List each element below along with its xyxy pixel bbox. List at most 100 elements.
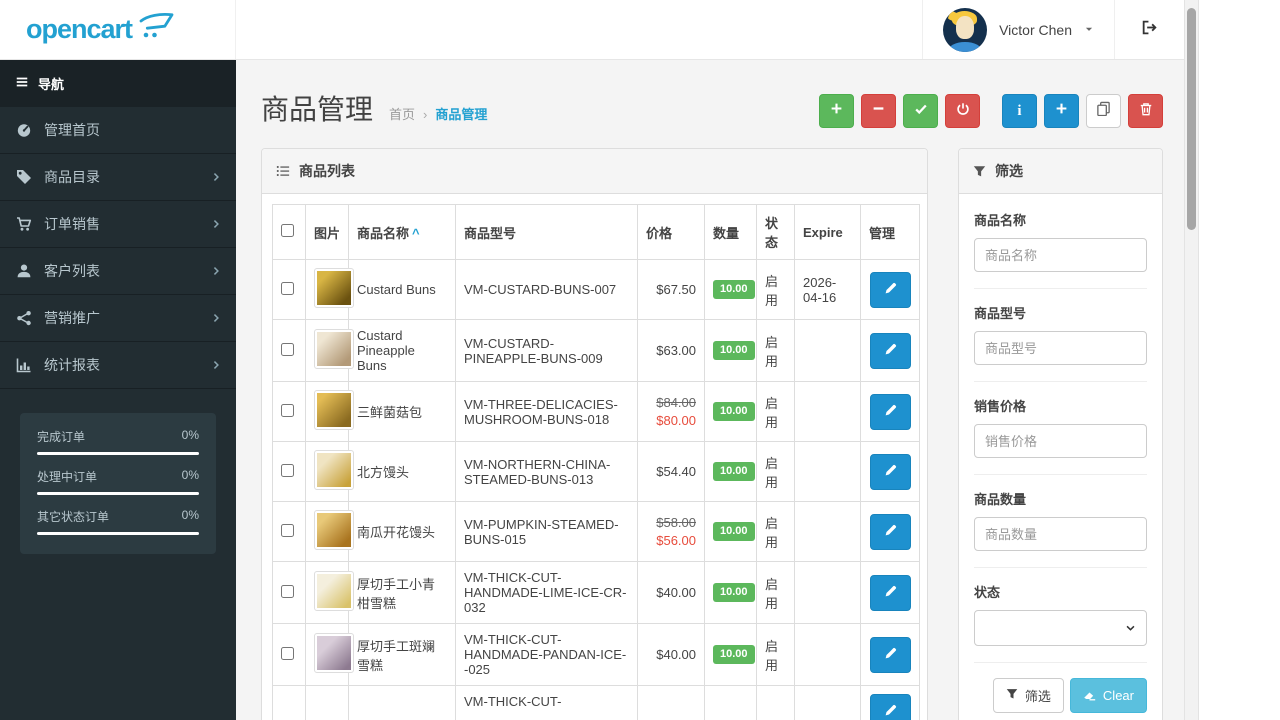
quantity-badge: 10.00 — [713, 401, 755, 422]
filter-panel: 筛选 商品名称 商品型号 销售价格 — [958, 148, 1163, 720]
table-row: 厚切手工小青柑雪糕 VM-THICK-CUT-HANDMADE-LIME-ICE… — [272, 561, 920, 624]
product-model: VM-CUSTARD-PINEAPPLE-BUNS-009 — [455, 319, 638, 382]
chevron-right-icon — [211, 360, 221, 370]
filter-clear-button[interactable]: Clear — [1069, 678, 1147, 713]
user-menu[interactable]: Victor Chen — [922, 0, 1114, 59]
sidebar-item-label: 订单销售 — [44, 216, 100, 232]
sidebar-nav-header[interactable]: 导航 — [0, 60, 236, 107]
pencil-icon — [884, 704, 897, 720]
filter-qty-input[interactable] — [974, 517, 1147, 551]
row-checkbox[interactable] — [281, 342, 294, 356]
row-checkbox[interactable] — [281, 403, 294, 417]
product-list-title: 商品列表 — [299, 163, 355, 179]
quantity-badge: 10.00 — [713, 340, 755, 361]
sidebar-item-catalog[interactable]: 商品目录 — [0, 154, 236, 201]
product-old-price: $84.00 — [656, 394, 696, 410]
edit-button[interactable] — [869, 513, 911, 550]
progress-label: 处理中订单 — [37, 470, 98, 484]
product-name: Custard Buns — [348, 259, 456, 320]
disable-button[interactable] — [945, 94, 980, 128]
status-select[interactable] — [974, 610, 1147, 646]
product-expire — [794, 501, 861, 562]
product-model: VM-THICK-CUT-HANDMADE-PANDAN-ICE--025 — [455, 623, 638, 686]
table-row: 三鲜菌菇包 VM-THREE-DELICACIES-MUSHROOM-BUNS-… — [272, 381, 920, 442]
progress-label: 完成订单 — [37, 430, 86, 444]
filter-name-label: 商品名称 — [974, 213, 1027, 228]
product-name: 三鲜菌菇包 — [348, 381, 456, 442]
filter-title: 筛选 — [995, 163, 1023, 179]
add-new-button[interactable] — [1044, 94, 1079, 128]
product-thumbnail — [314, 450, 354, 490]
edit-button[interactable] — [869, 332, 911, 369]
filter-qty-label: 商品数量 — [974, 492, 1027, 507]
plus-icon — [830, 102, 843, 120]
cart-logo-icon — [138, 12, 174, 44]
page-header: 商品管理 首页 › 商品管理 i — [236, 60, 1184, 148]
row-checkbox[interactable] — [281, 281, 294, 295]
product-price: $67.50 — [656, 281, 696, 297]
product-status: 启用 — [756, 259, 795, 320]
edit-button[interactable] — [869, 636, 911, 673]
filter-group-model: 商品型号 — [974, 289, 1147, 382]
check-icon — [914, 102, 928, 121]
table-row: 南瓜开花馒头 VM-PUMPKIN-STEAMED-BUNS-015 $58.0… — [272, 501, 920, 562]
col-model-sort[interactable]: 商品型号 — [455, 204, 638, 260]
sidebar-item-reports[interactable]: 统计报表 — [0, 342, 236, 389]
table-row: Custard Pineapple Buns VM-CUSTARD-PINEAP… — [272, 319, 920, 382]
logout-button[interactable] — [1114, 0, 1184, 59]
breadcrumb-current[interactable]: 商品管理 — [435, 104, 487, 123]
breadcrumb-home[interactable]: 首页 — [389, 104, 415, 123]
col-qty-sort[interactable]: 数量 — [704, 204, 757, 260]
product-model: VM-THREE-DELICACIES-MUSHROOM-BUNS-018 — [455, 381, 638, 442]
chevron-right-icon — [211, 172, 221, 182]
sidebar-item-label: 商品目录 — [44, 169, 100, 185]
product-name: 厚切手工小青柑雪糕 — [348, 561, 456, 624]
col-name-sort[interactable]: 商品名称 ^ — [348, 204, 456, 260]
filter-name-input[interactable] — [974, 238, 1147, 272]
row-checkbox[interactable] — [281, 584, 294, 598]
add-button[interactable] — [819, 94, 854, 128]
row-checkbox[interactable] — [281, 646, 294, 660]
filter-price-input[interactable] — [974, 424, 1147, 458]
sidebar-item-marketing[interactable]: 营销推广 — [0, 295, 236, 342]
breadcrumb: 首页 › 商品管理 — [389, 104, 487, 123]
product-model: VM-NORTHERN-CHINA-STEAMED-BUNS-013 — [455, 441, 638, 502]
minus-icon — [872, 102, 885, 120]
filter-model-input[interactable] — [974, 331, 1147, 365]
scrollbar-thumb[interactable] — [1187, 8, 1196, 230]
quantity-badge: 10.00 — [713, 644, 755, 665]
edit-button[interactable] — [869, 271, 911, 308]
edit-button[interactable] — [869, 453, 911, 490]
funnel-icon — [973, 165, 986, 178]
filter-apply-label: 筛选 — [1024, 689, 1051, 704]
remove-button[interactable] — [861, 94, 896, 128]
progress-value: 0% — [181, 428, 199, 442]
enable-button[interactable] — [903, 94, 938, 128]
share-icon — [15, 310, 32, 326]
user-icon — [15, 263, 32, 279]
col-status-sort[interactable]: 状态 — [756, 204, 795, 260]
brand-logo[interactable]: opencart — [0, 0, 236, 59]
row-checkbox[interactable] — [281, 463, 294, 477]
edit-button[interactable] — [869, 574, 911, 611]
eraser-icon — [1083, 688, 1096, 704]
copy-button[interactable] — [1086, 94, 1121, 128]
col-price-sort[interactable]: 价格 — [637, 204, 705, 260]
product-status: 启用 — [756, 381, 795, 442]
select-all-checkbox[interactable] — [281, 224, 294, 237]
pencil-icon — [884, 343, 897, 359]
table-row: Custard Buns VM-CUSTARD-BUNS-007 $67.50 … — [272, 259, 920, 320]
progress-label: 其它状态订单 — [37, 510, 110, 524]
filter-apply-button[interactable]: 筛选 — [992, 678, 1064, 713]
sidebar-item-sales[interactable]: 订单销售 — [0, 201, 236, 248]
row-checkbox[interactable] — [281, 523, 294, 537]
sidebar-item-dashboard[interactable]: 管理首页 — [0, 107, 236, 154]
delete-button[interactable] — [1128, 94, 1163, 128]
edit-button[interactable] — [869, 393, 911, 430]
copy-icon — [1096, 101, 1111, 121]
info-button[interactable]: i — [1002, 94, 1037, 128]
sidebar-item-customers[interactable]: 客户列表 — [0, 248, 236, 295]
funnel-icon — [1006, 688, 1018, 703]
edit-button[interactable] — [869, 694, 911, 720]
progress-bar — [37, 452, 199, 455]
